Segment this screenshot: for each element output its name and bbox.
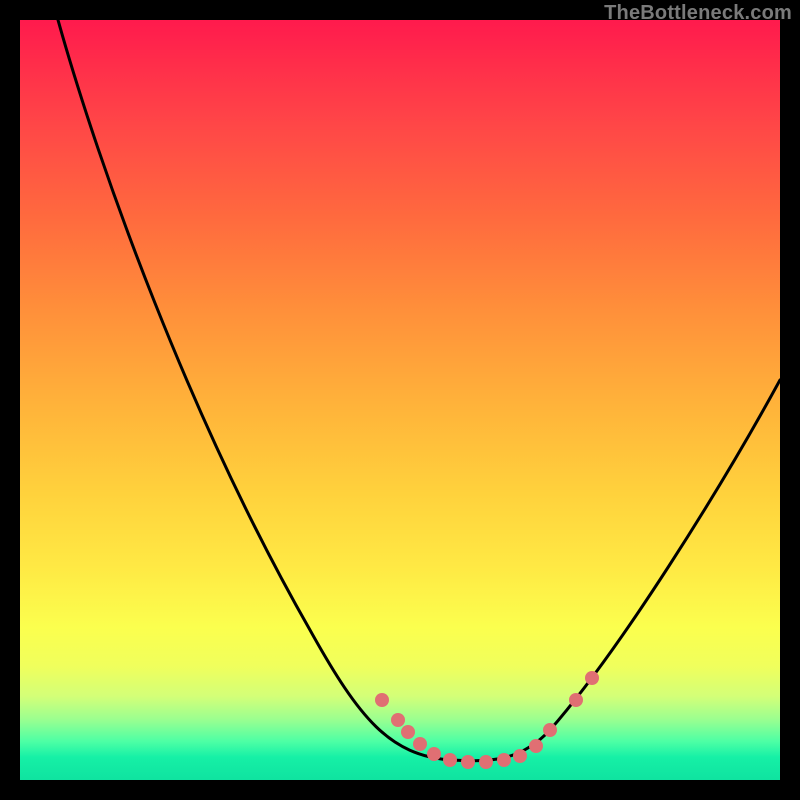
bottleneck-curve bbox=[58, 20, 780, 761]
dot bbox=[529, 739, 543, 753]
curve-svg bbox=[20, 20, 780, 780]
dot bbox=[543, 723, 557, 737]
dot bbox=[513, 749, 527, 763]
outer-frame: TheBottleneck.com bbox=[0, 0, 800, 800]
dot bbox=[497, 753, 511, 767]
dot bbox=[391, 713, 405, 727]
dot bbox=[413, 737, 427, 751]
highlight-dots-group bbox=[375, 671, 599, 769]
dot bbox=[427, 747, 441, 761]
dot bbox=[401, 725, 415, 739]
plot-area bbox=[20, 20, 780, 780]
watermark-text: TheBottleneck.com bbox=[604, 2, 792, 25]
dot bbox=[443, 753, 457, 767]
dot bbox=[375, 693, 389, 707]
dot bbox=[479, 755, 493, 769]
dot bbox=[569, 693, 583, 707]
dot bbox=[461, 755, 475, 769]
dot bbox=[585, 671, 599, 685]
